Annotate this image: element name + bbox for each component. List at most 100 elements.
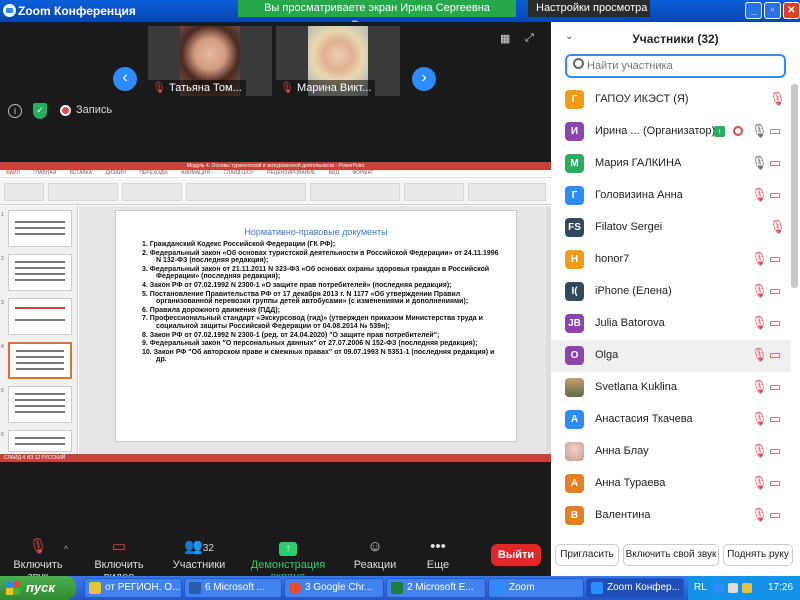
- participant-row[interactable]: А Анна Тураева 🎙 ▭: [551, 468, 791, 500]
- mic-muted-icon: 🎙: [751, 443, 768, 458]
- video-off-icon: ▭: [769, 155, 782, 170]
- view-layout-icon[interactable]: ▦: [500, 32, 510, 45]
- taskbar-item[interactable]: 2 Microsoft E...: [386, 578, 486, 598]
- recording-icon: [60, 105, 71, 116]
- thumb-line: [15, 319, 65, 321]
- video-off-icon: ▭: [111, 538, 127, 555]
- slide-list-item: 6. Правила дорожного движения (ПДД);: [142, 306, 280, 314]
- participant-row[interactable]: Г Головизина Анна 🎙 ▭: [551, 180, 791, 212]
- participant-name: Julia Batorova: [595, 317, 665, 329]
- video-tile[interactable]: 🎙 Татьяна Том...: [148, 26, 272, 96]
- minimize-button[interactable]: _: [745, 2, 762, 19]
- more-button[interactable]: ••• Еще: [420, 538, 456, 571]
- taskbar-item[interactable]: 3 Google Chr...: [284, 578, 384, 598]
- taskbar-item[interactable]: 6 Microsoft ...: [184, 578, 282, 598]
- reactions-button[interactable]: ☺ Реакции: [352, 538, 398, 571]
- info-icon[interactable]: i: [8, 104, 22, 118]
- avatar: Г: [565, 90, 584, 109]
- mic-muted-icon: 🎙: [769, 219, 786, 234]
- participant-row[interactable]: Svetlana Kuklina 🎙 ▭: [551, 372, 791, 404]
- tile-name: Татьяна Том...: [168, 82, 242, 94]
- participants-button[interactable]: 👥32 Участники: [172, 538, 226, 571]
- participant-row[interactable]: FS Filatov Sergei 🎙: [551, 212, 791, 244]
- thumb-line: [15, 307, 65, 309]
- zoom-icon: [493, 582, 505, 594]
- view-options-button[interactable]: Настройки просмотра ⌄: [528, 0, 650, 31]
- participant-row[interactable]: В Валентина 🎙 ▭: [551, 500, 791, 532]
- taskbar-item-label: 2 Microsoft E...: [407, 582, 474, 593]
- language-indicator[interactable]: RL: [694, 576, 707, 600]
- ribbon-group: [468, 183, 546, 201]
- thumb-line: [16, 350, 64, 352]
- avatar: I(: [565, 282, 584, 301]
- slide-thumbnail: [8, 386, 72, 423]
- slide-list-item: 3. Федеральный закон от 21.11.2011 N 323…: [142, 265, 490, 281]
- thumb-line: [15, 221, 65, 223]
- participant-row[interactable]: H honor7 🎙 ▭: [551, 244, 791, 276]
- ribbon-tab: АНИМАЦИЯ: [181, 170, 211, 176]
- leave-button[interactable]: Выйти: [491, 544, 541, 566]
- participant-search[interactable]: [565, 54, 786, 78]
- next-page-button[interactable]: ›: [412, 67, 436, 91]
- close-button[interactable]: ✕: [783, 2, 800, 19]
- panel-scrollbar[interactable]: [791, 84, 798, 288]
- more-dots-icon: •••: [430, 538, 446, 555]
- maximize-button[interactable]: ▫: [764, 2, 781, 19]
- ribbon: [0, 179, 551, 205]
- slide-list-item: 1. Гражданский Кодекс Российской Федерац…: [142, 241, 336, 248]
- mic-muted-icon: 🎙: [751, 475, 768, 490]
- fullscreen-icon[interactable]: ⤢: [525, 32, 534, 45]
- mic-on-icon: 🎙: [751, 155, 768, 170]
- ribbon-tab: ФАЙЛ: [6, 170, 20, 176]
- slide-list-item: 5. Постановление Правительства РФ от 17 …: [142, 290, 469, 306]
- raise-hand-button[interactable]: Поднять руку: [723, 544, 793, 566]
- participant-row[interactable]: И Ирина ... (Организатор) ↑ 🎙 ▭: [551, 116, 791, 148]
- participant-row[interactable]: I( iPhone (Елена) 🎙 ▭: [551, 276, 791, 308]
- participant-name: Svetlana Kuklina: [595, 381, 677, 393]
- participant-row[interactable]: М Мария ГАЛКИНА 🎙 ▭: [551, 148, 791, 180]
- avatar: FS: [565, 218, 584, 237]
- start-button[interactable]: пуск: [0, 576, 76, 600]
- thumb-line: [15, 437, 65, 439]
- participant-name: iPhone (Елена): [595, 285, 672, 297]
- participant-row[interactable]: O Olga 🎙 ▭: [551, 340, 791, 372]
- ribbon-tabs: ФАЙЛ ГЛАВНАЯ ВСТАВКА ДИЗАЙН ПЕРЕХОДЫ АНИ…: [0, 170, 551, 178]
- excel-icon: [391, 582, 403, 594]
- participant-row[interactable]: JB Julia Batorova 🎙 ▭: [551, 308, 791, 340]
- taskbar-item[interactable]: от РЕГИОН. О...: [84, 578, 182, 598]
- participants-label: Участники: [172, 559, 226, 571]
- tile-name-tag: 🎙 Марина Викт...: [276, 80, 376, 96]
- ribbon-group: [186, 183, 306, 201]
- participant-name: Анна Тураева: [595, 477, 666, 489]
- thumb-line: [15, 279, 65, 281]
- avatar: H: [565, 250, 584, 269]
- participant-name: Olga: [595, 349, 619, 361]
- participant-name: Валентина: [595, 509, 651, 521]
- participants-panel: ⌄ Участники (32) Г ГАПОУ ИКЭСТ (Я) 🎙 И И…: [551, 22, 800, 576]
- taskbar-item-label: Zoom: [509, 582, 535, 593]
- participant-row[interactable]: Анна Блау 🎙 ▭: [551, 436, 791, 468]
- taskbar-item[interactable]: Zoom: [488, 578, 584, 598]
- video-off-icon: ▭: [769, 187, 782, 202]
- volume-tray-icon[interactable]: [742, 583, 752, 593]
- slide-thumbnail: [8, 298, 72, 335]
- network-tray-icon[interactable]: [728, 583, 738, 593]
- zoom-tray-icon[interactable]: [714, 583, 724, 593]
- avatar-photo: [565, 442, 584, 461]
- unmute-me-button[interactable]: Включить свой звук: [623, 544, 719, 566]
- share-badge-icon: ↑: [714, 126, 725, 137]
- ribbon-tab: ГЛАВНАЯ: [33, 170, 57, 176]
- participant-row[interactable]: А Анастасия Ткачева 🎙 ▭: [551, 404, 791, 436]
- taskbar-item-active[interactable]: Zoom Конфер...: [586, 578, 684, 598]
- ribbon-tab: ДИЗАЙН: [105, 170, 126, 176]
- video-off-icon: ▭: [769, 475, 782, 490]
- audio-options-caret-icon[interactable]: ^: [64, 544, 68, 554]
- search-input[interactable]: [587, 58, 777, 74]
- participant-row[interactable]: Г ГАПОУ ИКЭСТ (Я) 🎙: [551, 84, 791, 116]
- video-tile[interactable]: 🎙 Марина Викт...: [276, 26, 400, 96]
- thumb-line: [16, 362, 64, 364]
- avatar-photo: [565, 378, 584, 397]
- invite-button[interactable]: Пригласить: [555, 544, 619, 566]
- previous-page-button[interactable]: ‹: [113, 67, 137, 91]
- security-shield-icon[interactable]: ✓: [33, 103, 47, 119]
